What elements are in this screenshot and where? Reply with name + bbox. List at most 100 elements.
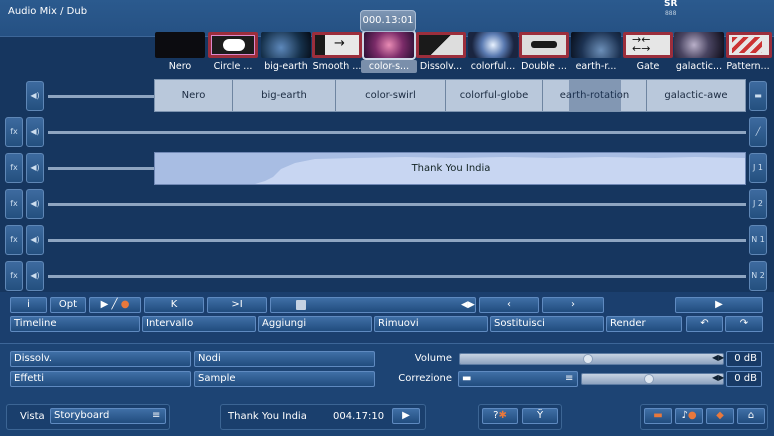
thumb-label: Pattern...: [726, 61, 770, 72]
thumb-label: earth-r...: [575, 61, 617, 72]
sostituisci-button[interactable]: Sostituisci: [490, 316, 604, 332]
speaker-icon: ◀): [30, 127, 40, 136]
nodi-button[interactable]: Nodi: [194, 351, 375, 367]
next-button[interactable]: ›: [542, 297, 604, 313]
track-n1-button[interactable]: N 1: [749, 225, 767, 255]
film-icon: ▬: [462, 373, 472, 384]
thumb-circle[interactable]: [208, 32, 258, 58]
project-title: Thank You India: [228, 411, 307, 422]
timeline-button[interactable]: Timeline: [10, 316, 140, 332]
preview-play-button[interactable]: ▶: [392, 408, 420, 424]
record-icon: ●: [120, 299, 130, 310]
options-button[interactable]: Opt: [50, 297, 86, 313]
rimuovi-button[interactable]: Rimuovi: [374, 316, 488, 332]
thumb-nero[interactable]: [155, 32, 205, 58]
sample-button[interactable]: Sample: [194, 371, 375, 387]
timecode-display: 000.13:01: [360, 10, 416, 32]
pen-icon: ╱: [111, 299, 118, 310]
track-option-button[interactable]: ╱: [749, 117, 767, 147]
project-duration: 004.17:10: [333, 411, 385, 422]
thumb-label: colorful...: [470, 61, 516, 72]
timeline-scrollbar[interactable]: ◀▶: [270, 297, 476, 313]
audio-button[interactable]: ♪●: [675, 408, 703, 424]
scene-cell[interactable]: color-swirl: [336, 80, 446, 111]
fx-button[interactable]: fx: [5, 189, 23, 219]
thumb-label: Dissolv...: [419, 61, 463, 72]
effetti-button[interactable]: Effetti: [10, 371, 191, 387]
undo-icon: ↶: [700, 318, 709, 329]
thumb-big-earth[interactable]: [261, 32, 311, 58]
track-line: [48, 203, 746, 206]
audio-clip[interactable]: Thank You India: [154, 152, 746, 185]
correzione-label: Correzione: [398, 373, 452, 384]
thumb-gate[interactable]: →← ←→: [623, 32, 673, 58]
scene-cell[interactable]: Nero: [155, 80, 233, 111]
finish-button[interactable]: ◆: [706, 408, 734, 424]
info-button[interactable]: i: [10, 297, 47, 313]
scene-cell[interactable]: big-earth: [233, 80, 336, 111]
scene-storyboard-bar[interactable]: Nero big-earth color-swirl colorful-glob…: [154, 79, 746, 112]
fx-button[interactable]: fx: [5, 225, 23, 255]
fx-button[interactable]: fx: [5, 153, 23, 183]
home-icon: ⌂: [747, 410, 755, 421]
wrench-icon: Ÿ: [536, 410, 544, 421]
thumb-label: Circle ...: [213, 61, 253, 72]
mute-button[interactable]: ◀): [26, 225, 44, 255]
help-button[interactable]: ?✱: [482, 408, 518, 424]
fx-button[interactable]: fx: [5, 117, 23, 147]
correzione-slider[interactable]: ◀▶: [581, 373, 724, 385]
track-j1-button[interactable]: J 1: [749, 153, 767, 183]
track-j2-button[interactable]: J 2: [749, 189, 767, 219]
scene-cell[interactable]: colorful-globe: [446, 80, 543, 111]
prev-button[interactable]: ‹: [479, 297, 539, 313]
thumb-dissolve[interactable]: [416, 32, 466, 58]
mute-button[interactable]: ◀): [26, 117, 44, 147]
scene-cell[interactable]: galactic-awe: [647, 80, 745, 111]
volume-slider[interactable]: ◀▶: [459, 353, 724, 365]
slider-knob[interactable]: [644, 374, 654, 384]
thumb-double[interactable]: [519, 32, 569, 58]
correzione-dropdown[interactable]: ▬ ≡: [458, 371, 578, 387]
undo-button[interactable]: ↶: [686, 316, 723, 332]
jump-start-button[interactable]: K: [144, 297, 204, 313]
thumb-smooth[interactable]: →: [312, 32, 362, 58]
speaker-icon: ◀): [30, 271, 40, 280]
thumb-galactic[interactable]: [674, 32, 724, 58]
thumb-pattern[interactable]: [726, 32, 772, 58]
home-button[interactable]: ⌂: [737, 408, 765, 424]
intervallo-button[interactable]: Intervallo: [142, 316, 256, 332]
render-button[interactable]: Render: [606, 316, 682, 332]
jump-end-button[interactable]: >I: [207, 297, 267, 313]
scroll-thumb[interactable]: [296, 300, 306, 310]
redo-button[interactable]: ↷: [725, 316, 763, 332]
expand-icon: ◀▶: [461, 300, 475, 310]
menu-icon: ≡: [152, 410, 161, 421]
speaker-icon: ◀): [30, 91, 40, 100]
thumb-label: Nero: [168, 61, 192, 72]
thumb-earth-rotation[interactable]: [571, 32, 621, 58]
track-option-button[interactable]: ▬: [749, 81, 767, 111]
mute-button[interactable]: ◀): [26, 153, 44, 183]
dissolv-button[interactable]: Dissolv.: [10, 351, 191, 367]
tools-button[interactable]: Ÿ: [522, 408, 558, 424]
play-record-button[interactable]: ▶ ╱ ●: [89, 297, 141, 313]
mute-button[interactable]: ◀): [26, 189, 44, 219]
aggiungi-button[interactable]: Aggiungi: [258, 316, 372, 332]
fx-button[interactable]: fx: [5, 261, 23, 291]
mute-button[interactable]: ◀): [26, 261, 44, 291]
track-n2-button[interactable]: N 2: [749, 261, 767, 291]
vista-dropdown[interactable]: Storyboard ≡: [50, 408, 166, 424]
slider-knob[interactable]: [583, 354, 593, 364]
redo-icon: ↷: [739, 318, 749, 329]
thumb-color-swirl[interactable]: [362, 30, 416, 60]
window-title: Audio Mix / Dub: [8, 6, 88, 17]
thumb-colorful-globe[interactable]: [468, 32, 518, 58]
help-icon: ?✱: [493, 410, 507, 421]
thumb-label: Smooth ...: [312, 61, 362, 72]
play-icon: ▶: [715, 299, 723, 310]
jump-start-icon: K: [170, 299, 178, 310]
mute-button-video[interactable]: ◀): [26, 81, 44, 111]
edit-button[interactable]: ▬: [644, 408, 672, 424]
play-button[interactable]: ▶: [675, 297, 763, 313]
playhead-marker: [569, 80, 621, 111]
